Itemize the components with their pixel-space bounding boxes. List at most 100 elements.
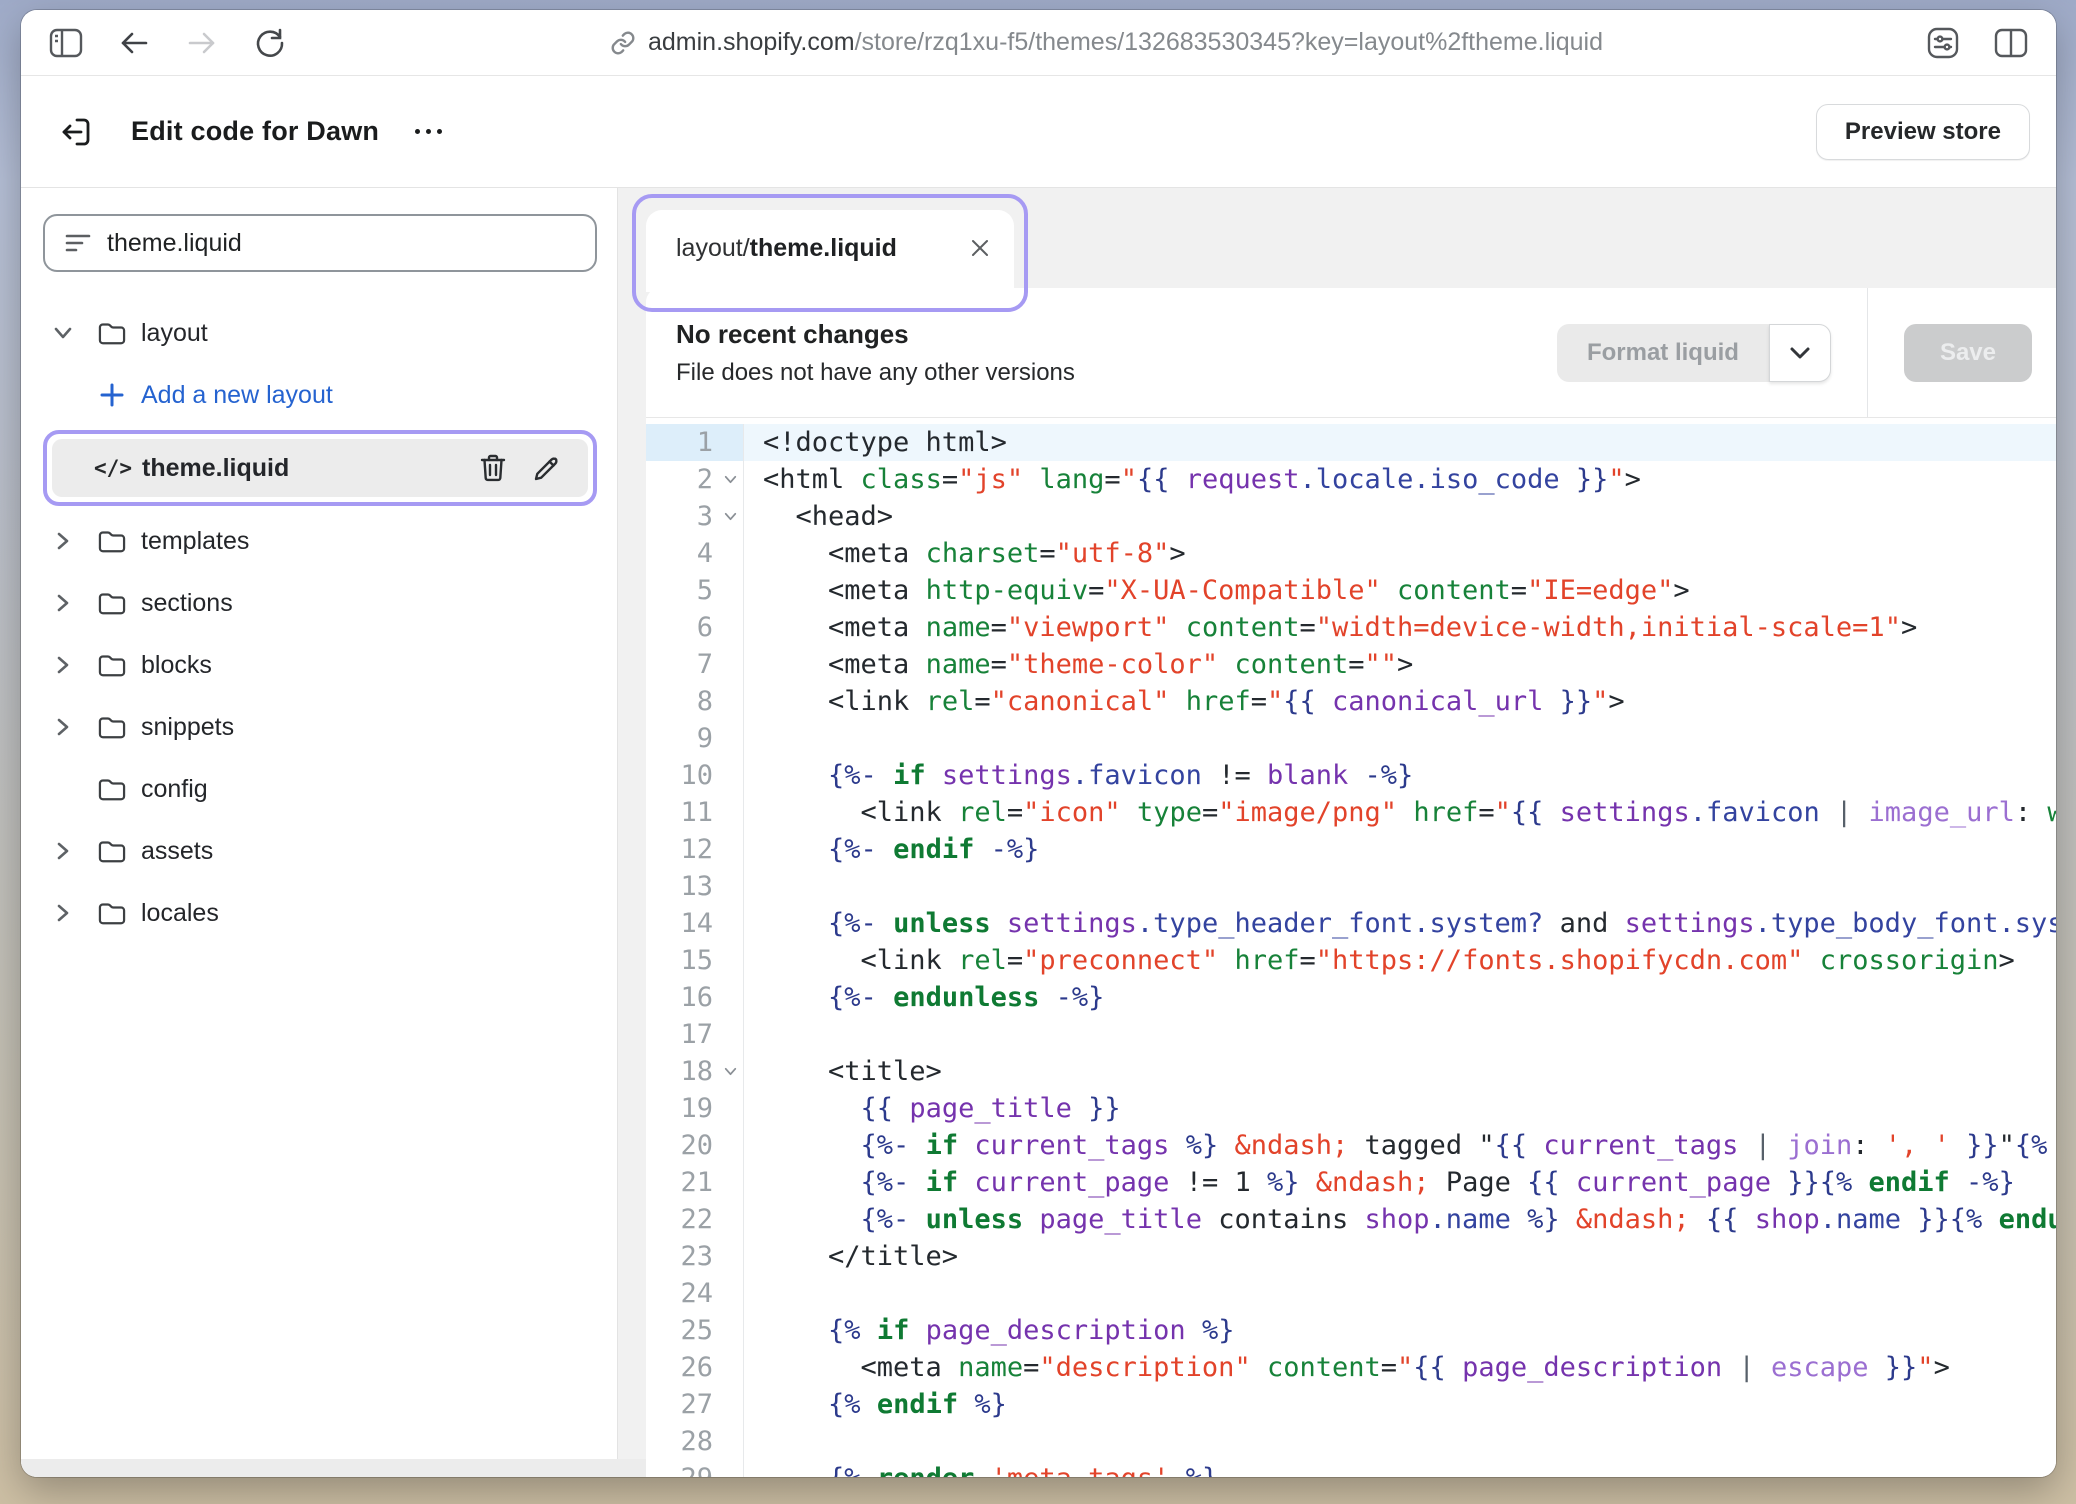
gutter-line-number: 10 — [646, 757, 744, 794]
tree-item-layout[interactable]: layout — [43, 302, 597, 364]
code-line-28[interactable]: 28 — [646, 1423, 2056, 1460]
code-line-content: <meta name="description" content="{{ pag… — [744, 1349, 2056, 1386]
code-line-26[interactable]: 26 <meta name="description" content="{{ … — [646, 1349, 2056, 1386]
search-value: theme.liquid — [107, 229, 242, 258]
code-line-23[interactable]: 23 </title> — [646, 1238, 2056, 1275]
preview-store-button[interactable]: Preview store — [1816, 104, 2030, 160]
code-line-8[interactable]: 8 <link rel="canonical" href="{{ canonic… — [646, 683, 2056, 720]
gutter-line-number: 3 — [646, 498, 744, 535]
gutter-line-number: 9 — [646, 720, 744, 757]
code-editor[interactable]: 1<!doctype html>2<html class="js" lang="… — [646, 418, 2056, 1477]
code-line-24[interactable]: 24 — [646, 1275, 2056, 1312]
forward-icon[interactable] — [183, 24, 221, 62]
rename-file-icon[interactable] — [524, 453, 570, 483]
fold-toggle-icon[interactable] — [723, 474, 738, 485]
split-view-icon[interactable] — [1992, 24, 2030, 62]
reload-icon[interactable] — [251, 24, 289, 62]
tree-item-config[interactable]: config — [43, 758, 597, 820]
code-line-11[interactable]: 11 <link rel="icon" type="image/png" hre… — [646, 794, 2056, 831]
code-line-18[interactable]: 18 <title> — [646, 1053, 2056, 1090]
gutter-line-number: 15 — [646, 942, 744, 979]
link-icon — [610, 30, 636, 56]
more-menu-icon[interactable] — [415, 129, 442, 134]
editor-main: layout/theme.liquid No recent changes Fi… — [618, 188, 2056, 1477]
fold-toggle-icon[interactable] — [723, 1066, 738, 1077]
code-line-content: {% render 'meta-tags' %} — [744, 1460, 2056, 1477]
exit-editor-icon[interactable] — [57, 113, 95, 151]
tab-file-name: theme.liquid — [750, 234, 897, 263]
chevron-right-icon[interactable] — [43, 530, 83, 552]
code-line-10[interactable]: 10 {%- if settings.favicon != blank -%} — [646, 757, 2056, 794]
code-line-12[interactable]: 12 {%- endif -%} — [646, 831, 2056, 868]
page-title: Edit code for Dawn — [131, 116, 379, 147]
tree-item-sections[interactable]: sections — [43, 572, 597, 634]
code-line-1[interactable]: 1<!doctype html> — [646, 424, 2056, 461]
code-line-7[interactable]: 7 <meta name="theme-color" content=""> — [646, 646, 2056, 683]
tree-item-locales[interactable]: locales — [43, 882, 597, 944]
status-title: No recent changes — [676, 319, 1075, 350]
tab-layout-theme-liquid[interactable]: layout/theme.liquid — [646, 210, 1014, 292]
code-line-29[interactable]: 29 {% render 'meta-tags' %} — [646, 1460, 2056, 1477]
code-line-5[interactable]: 5 <meta http-equiv="X-UA-Compatible" con… — [646, 572, 2056, 609]
gutter-line-number: 19 — [646, 1090, 744, 1127]
tree-item-blocks[interactable]: blocks — [43, 634, 597, 696]
code-line-27[interactable]: 27 {% endif %} — [646, 1386, 2056, 1423]
code-line-25[interactable]: 25 {% if page_description %} — [646, 1312, 2056, 1349]
desktop: { "browser": { "url_domain": "admin.shop… — [0, 0, 2076, 1504]
tree-item-label: config — [141, 775, 208, 804]
gutter-line-number: 8 — [646, 683, 744, 720]
code-line-4[interactable]: 4 <meta charset="utf-8"> — [646, 535, 2056, 572]
tree-item-templates[interactable]: templates — [43, 510, 597, 572]
format-dropdown-caret[interactable] — [1769, 324, 1831, 382]
tree-item-label: sections — [141, 589, 233, 618]
code-line-content: <title> — [744, 1053, 2056, 1090]
code-line-3[interactable]: 3 <head> — [646, 498, 2056, 535]
gutter-line-number: 12 — [646, 831, 744, 868]
chevron-down-icon[interactable] — [43, 325, 83, 341]
gutter-line-number: 1 — [646, 424, 744, 461]
code-line-14[interactable]: 14 {%- unless settings.type_header_font.… — [646, 905, 2056, 942]
tab-close-icon[interactable] — [970, 238, 990, 258]
code-line-13[interactable]: 13 — [646, 868, 2056, 905]
code-line-9[interactable]: 9 — [646, 720, 2056, 757]
chevron-right-icon[interactable] — [43, 902, 83, 924]
code-line-22[interactable]: 22 {%- unless page_title contains shop.n… — [646, 1201, 2056, 1238]
tree-item-snippets[interactable]: snippets — [43, 696, 597, 758]
code-line-16[interactable]: 16 {%- endunless -%} — [646, 979, 2056, 1016]
tree-item-label: locales — [141, 899, 219, 928]
code-line-2[interactable]: 2<html class="js" lang="{{ request.local… — [646, 461, 2056, 498]
code-line-content: <meta name="theme-color" content=""> — [744, 646, 2056, 683]
tree-item-assets[interactable]: assets — [43, 820, 597, 882]
gutter-line-number: 20 — [646, 1127, 744, 1164]
address-bar[interactable]: admin.shopify.com/store/rzq1xu-f5/themes… — [610, 28, 1603, 57]
tree-item-theme-liquid[interactable]: </>theme.liquid — [52, 439, 588, 497]
back-icon[interactable] — [115, 24, 153, 62]
fold-toggle-icon[interactable] — [723, 511, 738, 522]
toolbar-divider — [1867, 288, 1868, 417]
delete-file-icon[interactable] — [470, 453, 516, 483]
code-line-6[interactable]: 6 <meta name="viewport" content="width=d… — [646, 609, 2056, 646]
code-line-20[interactable]: 20 {%- if current_tags %} &ndash; tagged… — [646, 1127, 2056, 1164]
browser-sidebar-toggle-icon[interactable] — [47, 24, 85, 62]
code-line-17[interactable]: 17 — [646, 1016, 2056, 1053]
code-line-content: <meta name="viewport" content="width=dev… — [744, 609, 2056, 646]
code-line-content: {%- endif -%} — [744, 831, 2056, 868]
chevron-right-icon[interactable] — [43, 592, 83, 614]
gutter-line-number: 14 — [646, 905, 744, 942]
chevron-right-icon[interactable] — [43, 654, 83, 676]
save-button[interactable]: Save — [1904, 324, 2032, 382]
code-line-21[interactable]: 21 {%- if current_page != 1 %} &ndash; P… — [646, 1164, 2056, 1201]
gutter-line-number: 24 — [646, 1275, 744, 1312]
chevron-right-icon[interactable] — [43, 840, 83, 862]
gutter-line-number: 28 — [646, 1423, 744, 1460]
chevron-right-icon[interactable] — [43, 716, 83, 738]
code-line-15[interactable]: 15 <link rel="preconnect" href="https://… — [646, 942, 2056, 979]
tree-action-label: Add a new layout — [141, 381, 333, 410]
format-liquid-label: Format liquid — [1557, 324, 1769, 382]
add-new-layout-button[interactable]: Add a new layout — [43, 364, 597, 426]
code-line-19[interactable]: 19 {{ page_title }} — [646, 1090, 2056, 1127]
browser-window: admin.shopify.com/store/rzq1xu-f5/themes… — [21, 10, 2056, 1477]
file-search-input[interactable]: theme.liquid — [43, 214, 597, 272]
tree-item-label: snippets — [141, 713, 234, 742]
page-settings-icon[interactable] — [1924, 24, 1962, 62]
